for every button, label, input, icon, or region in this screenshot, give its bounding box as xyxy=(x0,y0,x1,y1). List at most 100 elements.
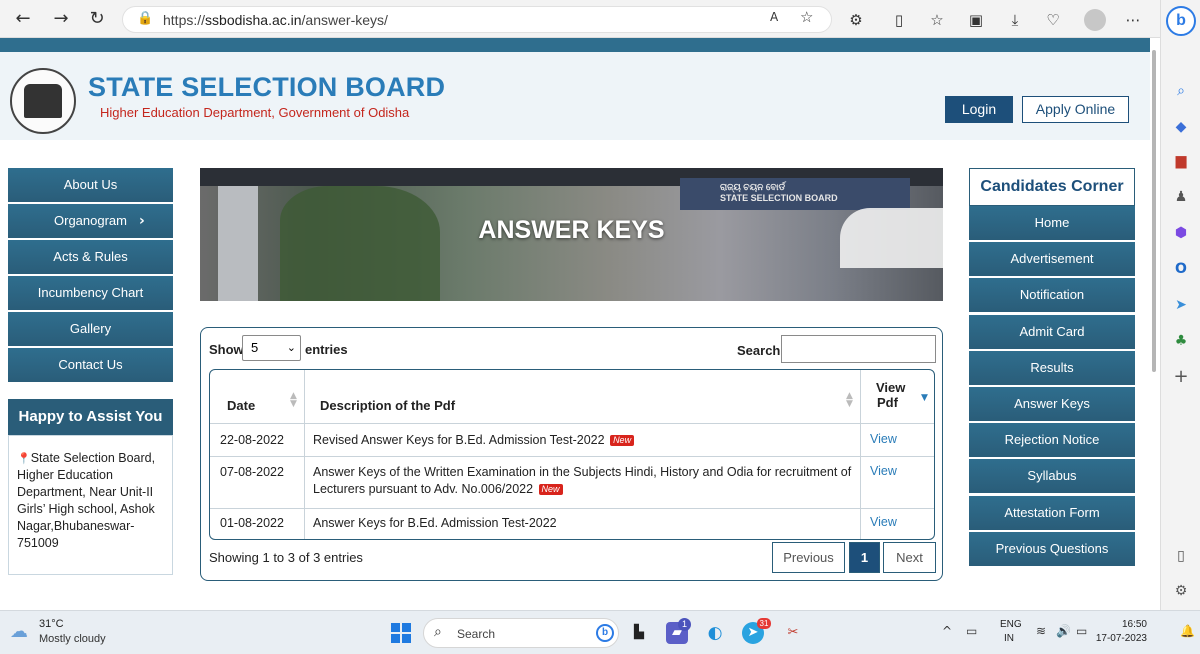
nav-label: About Us xyxy=(63,177,118,192)
cc-home[interactable]: Home xyxy=(969,206,1135,240)
collections-icon[interactable]: ▣ xyxy=(965,9,987,31)
tree-icon[interactable]: ♣ xyxy=(1170,330,1192,352)
notification-bell-icon[interactable]: 🔔 xyxy=(1180,624,1195,638)
show-label: Show xyxy=(209,342,244,357)
scrollbar-thumb[interactable] xyxy=(1152,50,1156,372)
taskbar-search[interactable]: ⌕ Search b xyxy=(423,618,619,648)
nav-label: Gallery xyxy=(69,321,112,336)
split-screen-icon[interactable]: ▯ xyxy=(888,9,910,31)
games-icon[interactable]: ♟ xyxy=(1170,186,1192,208)
clock-date[interactable]: 17-07-2023 xyxy=(1093,633,1147,644)
teams-badge: 1 xyxy=(678,618,691,631)
address-bar[interactable]: 🔒 https://ssbodisha.ac.in/answer-keys/ xyxy=(122,6,832,33)
pagination-next[interactable]: Next xyxy=(883,542,936,573)
browser-toolbar: ← → ↻ 🔒 https://ssbodisha.ac.in/answer-k… xyxy=(0,0,1200,38)
new-badge: New xyxy=(610,435,635,446)
nav-label: Organogram xyxy=(54,213,127,228)
lock-icon: 🔒 xyxy=(137,11,154,26)
weather-temperature[interactable]: 31°C xyxy=(39,618,64,630)
clock-time[interactable]: 16:50 xyxy=(1107,619,1147,630)
task-view-icon[interactable]: ▙ xyxy=(628,622,650,644)
col-header-date[interactable]: Date xyxy=(227,398,255,413)
cc-admit-card[interactable]: Admit Card xyxy=(969,314,1135,349)
chevron-down-icon: ⌄ xyxy=(286,341,296,354)
nav-label: Contact Us xyxy=(58,357,123,372)
row-description: Answer Keys of the Written Examination i… xyxy=(313,465,852,496)
page-content: About Us Organogram › Acts & Rules Incumb… xyxy=(0,38,1150,610)
view-pdf-link[interactable]: View xyxy=(870,515,897,529)
nav-acts-rules[interactable]: Acts & Rules xyxy=(8,240,173,274)
add-icon[interactable]: + xyxy=(1170,366,1192,388)
snipping-tool-icon[interactable]: ✂ xyxy=(782,622,804,644)
cc-results[interactable]: Results xyxy=(969,350,1135,385)
extensions-icon[interactable]: ⚙ xyxy=(845,9,867,31)
view-pdf-link[interactable]: View xyxy=(870,464,897,478)
back-icon[interactable]: ← xyxy=(12,8,34,30)
sidebar-layout-icon[interactable]: ▯ xyxy=(1170,545,1192,567)
microsoft365-icon[interactable]: ⬢ xyxy=(1170,222,1192,244)
nav-incumbency-chart[interactable]: Incumbency Chart xyxy=(8,276,173,310)
search-label: Search xyxy=(457,627,496,641)
row-description: Answer Keys for B.Ed. Admission Test-202… xyxy=(313,516,557,530)
search-input[interactable] xyxy=(781,335,936,363)
nav-gallery[interactable]: Gallery xyxy=(8,312,173,346)
sort-desc-icon: ▼ xyxy=(921,393,928,403)
cc-advertisement[interactable]: Advertisement xyxy=(969,242,1135,277)
col-header-view-pdf[interactable]: View Pdf xyxy=(876,380,905,410)
volume-icon[interactable]: 🔊 xyxy=(1056,624,1071,638)
pagination-page-1[interactable]: 1 xyxy=(849,542,880,573)
send-icon[interactable]: ➤ xyxy=(1170,294,1192,316)
windows-start-icon[interactable] xyxy=(391,623,411,643)
answer-keys-table: Date ▲ ▼ Description of the Pdf ▲ ▼ View Pd… xyxy=(209,369,935,540)
windows-taskbar: ☁ 31°C Mostly cloudy ⌕ Search b ▙ ▰ 1 ◐ … xyxy=(0,610,1200,654)
bing-chat-icon[interactable]: b xyxy=(1166,6,1196,36)
more-menu-icon[interactable]: ⋯ xyxy=(1122,9,1144,31)
telegram-badge: 31 xyxy=(757,618,771,629)
cc-rejection-notice[interactable]: Rejection Notice xyxy=(969,423,1135,458)
cloudy-weather-icon[interactable]: ☁ xyxy=(10,621,34,643)
forward-icon[interactable]: → xyxy=(50,8,72,30)
page-title: ANSWER KEYS xyxy=(478,216,665,244)
read-aloud-icon[interactable]: A xyxy=(770,10,778,24)
nav-contact-us[interactable]: Contact Us xyxy=(8,348,173,382)
view-pdf-link[interactable]: View xyxy=(870,432,897,446)
outlook-icon[interactable]: O xyxy=(1170,258,1192,280)
cc-answer-keys[interactable]: Answer Keys xyxy=(969,386,1135,421)
profile-avatar[interactable] xyxy=(1084,9,1106,31)
search-icon[interactable]: ⌕ xyxy=(1170,80,1192,102)
downloads-icon[interactable]: ⤓ xyxy=(1004,9,1026,31)
settings-icon[interactable]: ⚙ xyxy=(1170,580,1192,602)
bing-icon: b xyxy=(596,624,614,642)
favorite-star-icon[interactable]: ☆ xyxy=(800,8,813,26)
candidates-corner-nav: Home Advertisement Notification Admit Ca… xyxy=(969,206,1135,568)
edge-browser-icon[interactable]: ◐ xyxy=(704,622,726,644)
page-size-select[interactable]: 5 ⌄ xyxy=(242,335,301,361)
refresh-icon[interactable]: ↻ xyxy=(86,8,108,30)
sort-icon: ▲ ▼ xyxy=(846,391,853,409)
cc-attestation-form[interactable]: Attestation Form xyxy=(969,495,1135,530)
region-indicator[interactable]: IN xyxy=(1004,633,1014,644)
pagination-previous[interactable]: Previous xyxy=(772,542,845,573)
page-scrollbar[interactable] xyxy=(1150,42,1158,372)
nav-about-us[interactable]: About Us xyxy=(8,168,173,202)
cc-notification[interactable]: Notification xyxy=(969,278,1135,313)
cc-syllabus[interactable]: Syllabus xyxy=(969,459,1135,494)
favorites-icon[interactable]: ☆ xyxy=(926,9,948,31)
edge-sidebar: b ⌕ ◆ ▆ ♟ ⬢ O ➤ ♣ + ▯ ⚙ xyxy=(1160,0,1200,610)
col-header-description[interactable]: Description of the Pdf xyxy=(320,398,455,413)
row-description: Revised Answer Keys for B.Ed. Admission … xyxy=(313,432,635,449)
browser-essentials-icon[interactable]: ♡ xyxy=(1042,9,1064,31)
show-hidden-icons-chevron-icon[interactable]: ^ xyxy=(942,624,952,638)
nav-organogram[interactable]: Organogram › xyxy=(8,204,173,238)
nav-label: Acts & Rules xyxy=(53,249,128,264)
shopping-tag-icon[interactable]: ◆ xyxy=(1170,116,1192,138)
keyboard-icon[interactable]: ▭ xyxy=(966,624,977,638)
url-text: https://ssbodisha.ac.in/answer-keys/ xyxy=(163,12,388,28)
wifi-icon[interactable]: ≋ xyxy=(1036,624,1046,638)
row-date: 01-08-2022 xyxy=(220,516,284,530)
weather-description[interactable]: Mostly cloudy xyxy=(39,633,106,645)
cc-previous-questions[interactable]: Previous Questions xyxy=(969,531,1135,566)
tools-icon[interactable]: ▆ xyxy=(1170,150,1192,172)
battery-icon[interactable]: ▭ xyxy=(1076,624,1087,638)
language-indicator[interactable]: ENG xyxy=(1000,619,1022,630)
